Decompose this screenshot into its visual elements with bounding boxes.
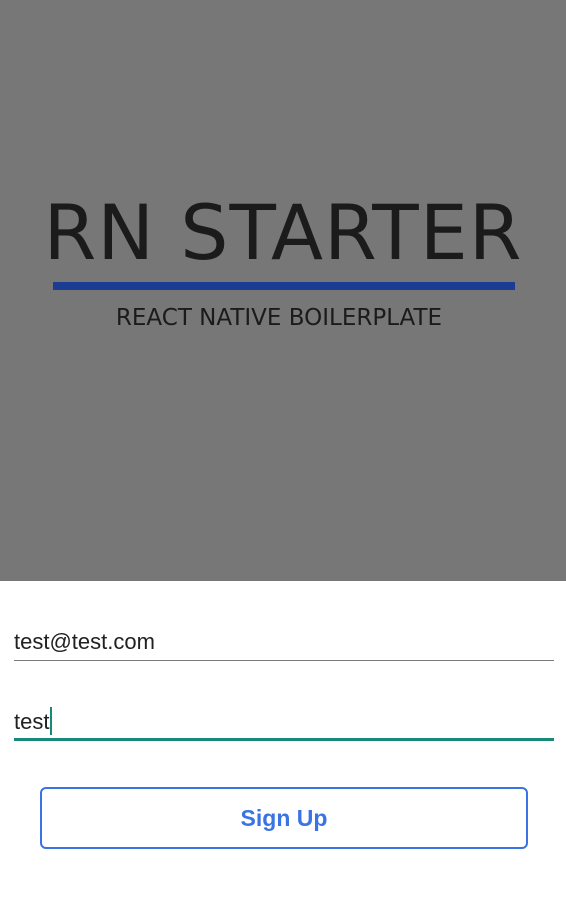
email-value: test@test.com xyxy=(14,629,155,654)
title-underline xyxy=(53,282,515,290)
text-caret xyxy=(50,707,53,735)
app-subtitle: REACT NATIVE BOILERPLATE xyxy=(115,305,443,331)
password-underline xyxy=(14,738,554,741)
password-field[interactable]: test xyxy=(14,701,554,741)
sign-up-button[interactable]: Sign Up xyxy=(40,787,528,849)
app-title: RN STARTER xyxy=(43,188,523,277)
email-underline xyxy=(14,660,554,661)
signup-form: test@test.com test Sign Up xyxy=(0,581,566,898)
splash-header: RN STARTER REACT NATIVE BOILERPLATE xyxy=(0,0,566,581)
password-value: test xyxy=(14,709,50,734)
password-value-wrapper: test xyxy=(14,707,53,735)
email-field[interactable]: test@test.com xyxy=(14,621,554,661)
